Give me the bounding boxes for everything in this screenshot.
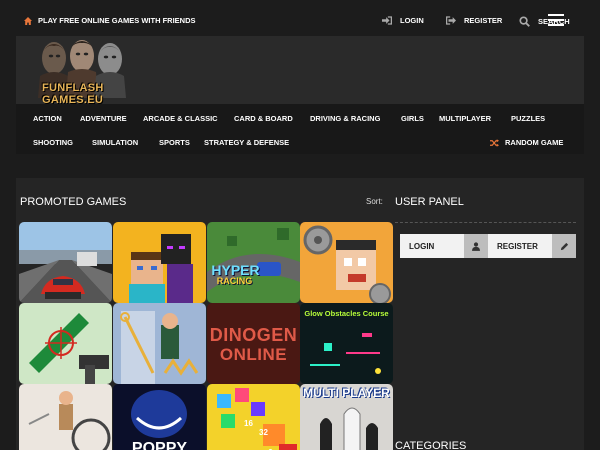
random-game-link[interactable]: RANDOM GAME (490, 138, 563, 147)
sign-in-icon (382, 16, 392, 25)
number-block-16: 16 (244, 419, 253, 428)
login-button[interactable]: LOGIN (400, 234, 464, 258)
sort-label: Sort: (366, 197, 383, 206)
home-icon (24, 16, 32, 25)
user-panel-title: USER PANEL (395, 196, 464, 208)
number-block-32: 32 (259, 428, 268, 437)
nav-adventure[interactable]: ADVENTURE (80, 114, 127, 123)
game-tile-hyper-racing[interactable]: HYPER RACING (207, 222, 300, 303)
register-button-icon[interactable] (552, 234, 576, 258)
game-tile-highway-racer[interactable] (19, 222, 112, 303)
glow-obstacles-title: Glow Obstacles Course (304, 309, 389, 318)
game-tile-pin-rescue[interactable] (113, 303, 206, 384)
nav-puzzles[interactable]: PUZZLES (511, 114, 545, 123)
game-tile-multiplayer-chess[interactable]: MULTI PLAYER (300, 384, 393, 450)
saw-escape-thumbnail (300, 222, 393, 303)
dinogen-title: DINOGEN (209, 325, 298, 345)
hyper-racing-subtitle: RACING (216, 276, 253, 286)
nav-action[interactable]: ACTION (33, 114, 62, 123)
game-tile-bottle-shooter[interactable] (19, 303, 112, 384)
tagline-text: PLAY FREE ONLINE GAMES WITH FRIENDS (38, 16, 196, 25)
user-icon (472, 241, 480, 251)
nav-strategy-defense[interactable]: STRATEGY & DEFENSE (204, 138, 289, 147)
login-button-label: LOGIN (409, 241, 435, 251)
game-tile-saw-escape[interactable] (300, 222, 393, 303)
noob-herobrine-thumbnail (113, 222, 206, 303)
nav-multiplayer[interactable]: MULTIPLAYER (439, 114, 491, 123)
hamburger-icon[interactable] (548, 14, 564, 26)
pencil-icon (560, 242, 568, 250)
sign-out-icon (446, 16, 456, 25)
pin-rescue-thumbnail (113, 303, 206, 384)
nav-driving-racing[interactable]: DRIVING & RACING (310, 114, 380, 123)
game-tile-glow-obstacles[interactable]: Glow Obstacles Course (300, 303, 393, 384)
logo-line-1: FUNFLASH (42, 82, 104, 94)
nav-sports[interactable]: SPORTS (159, 138, 190, 147)
game-tile-dinogen-online[interactable]: DINOGEN ONLINE (207, 303, 300, 384)
login-button-icon[interactable] (464, 234, 488, 258)
number-blocks-thumbnail (207, 384, 300, 450)
search-icon (519, 16, 530, 27)
login-link[interactable]: LOGIN (382, 16, 424, 25)
tagline: PLAY FREE ONLINE GAMES WITH FRIENDS (24, 16, 196, 25)
login-link-label: LOGIN (400, 16, 424, 25)
nav-card-board[interactable]: CARD & BOARD (234, 114, 293, 123)
register-button[interactable]: REGISTER (488, 234, 552, 258)
nav-simulation[interactable]: SIMULATION (92, 138, 138, 147)
dinogen-subtitle: ONLINE (219, 345, 288, 364)
shuffle-icon (490, 138, 499, 147)
promoted-games-title: PROMOTED GAMES (20, 196, 127, 208)
site-logo[interactable]: FUNFLASH GAMES.EU (24, 38, 142, 106)
game-tile-poppy[interactable]: POPPY (113, 384, 206, 450)
poppy-title: POPPY (131, 440, 188, 450)
register-link-label: REGISTER (464, 16, 503, 25)
user-panel-divider (395, 222, 576, 223)
random-game-label: RANDOM GAME (505, 138, 564, 147)
nav-arcade-classic[interactable]: ARCADE & CLASSIC (143, 114, 218, 123)
game-tile-wheelie-rider[interactable] (19, 384, 112, 450)
game-tile-noob-herobrine[interactable] (113, 222, 206, 303)
bottle-shooter-thumbnail (19, 303, 112, 384)
wheelie-rider-thumbnail (19, 384, 112, 450)
register-link[interactable]: REGISTER (446, 16, 502, 25)
multiplayer-chess-title: MULTI PLAYER (303, 386, 390, 400)
nav-shooting[interactable]: SHOOTING (33, 138, 73, 147)
game-tile-number-blocks[interactable]: 16 32 2 (207, 384, 300, 450)
categories-title: CATEGORIES (395, 440, 467, 450)
logo-text: FUNFLASH GAMES.EU (42, 82, 104, 106)
nav-girls[interactable]: GIRLS (401, 114, 424, 123)
highway-racer-thumbnail (19, 222, 112, 303)
register-button-label: REGISTER (497, 241, 538, 251)
